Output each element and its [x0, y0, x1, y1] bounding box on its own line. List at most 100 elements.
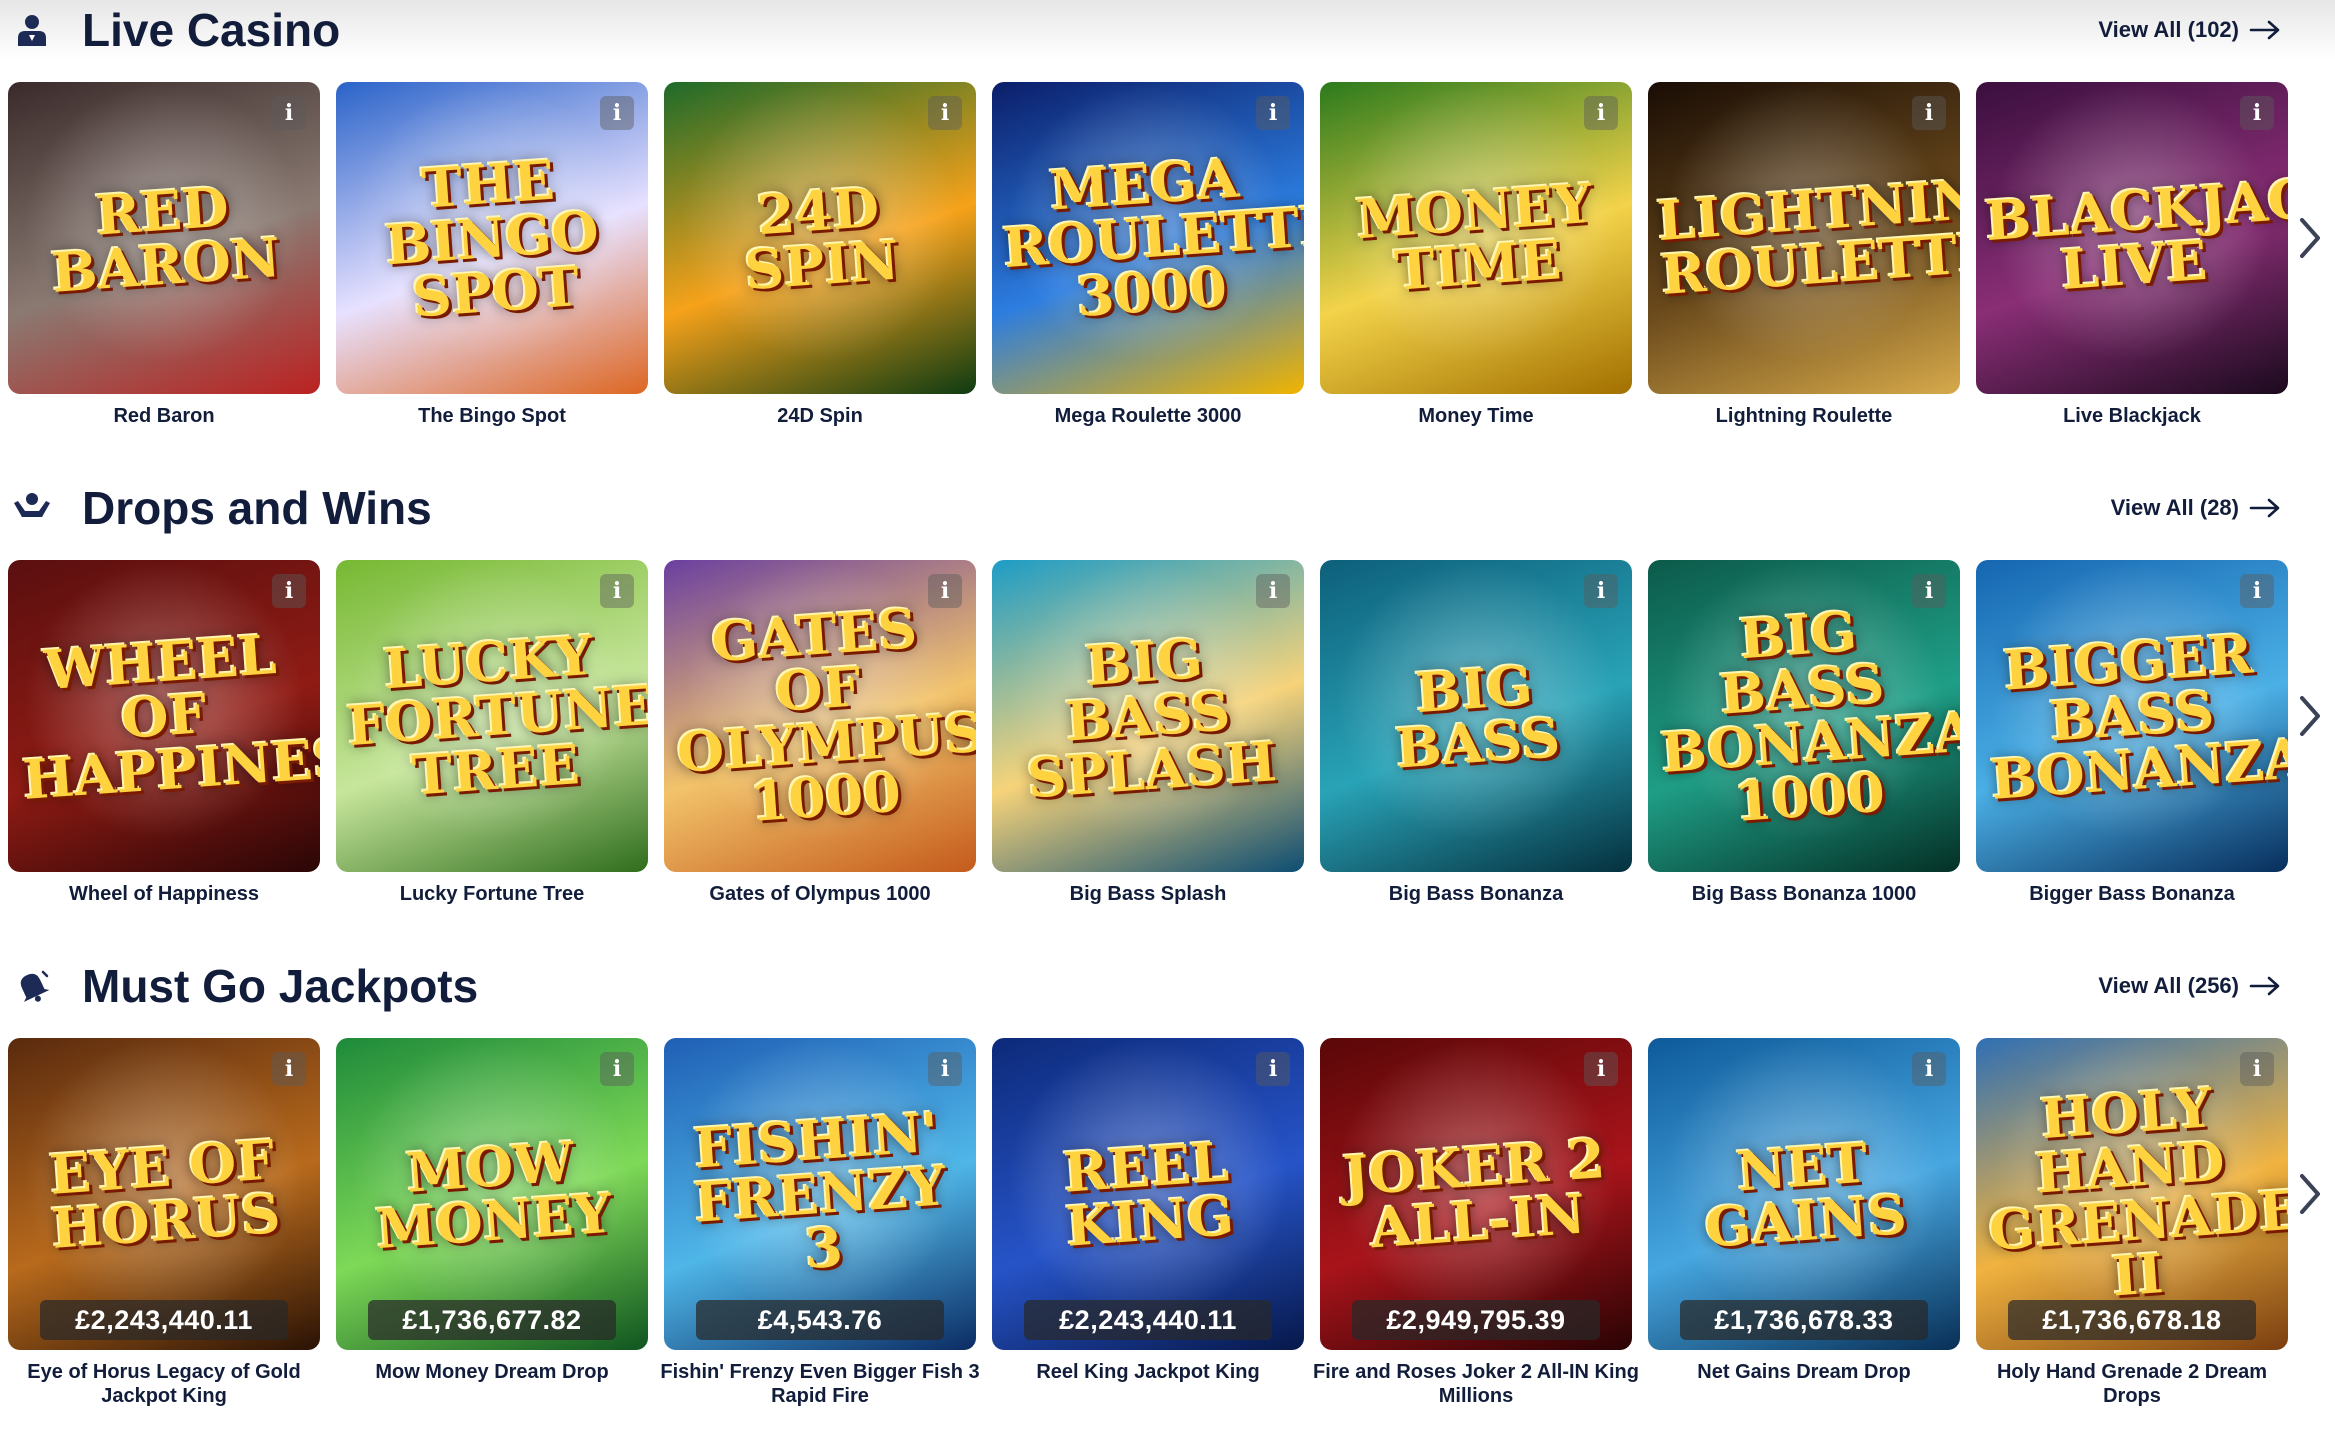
info-icon[interactable]: i: [1584, 574, 1618, 608]
game-title[interactable]: Bigger Bass Bonanza: [1968, 882, 2296, 906]
game-thumbnail[interactable]: Eye of Horus i £2,243,440.11: [8, 1038, 320, 1350]
game-title[interactable]: Red Baron: [0, 404, 328, 428]
info-icon[interactable]: i: [2240, 1052, 2274, 1086]
game-title[interactable]: Fishin' Frenzy Even Bigger Fish 3 Rapid …: [656, 1360, 984, 1408]
info-icon[interactable]: i: [600, 574, 634, 608]
game-thumbnail[interactable]: Big Bass i: [1320, 560, 1632, 872]
info-icon[interactable]: i: [600, 1052, 634, 1086]
game-tile[interactable]: The Bingo Spot i The Bingo Spot: [336, 82, 648, 478]
game-thumbnail[interactable]: Mega Roulette 3000 i: [992, 82, 1304, 394]
game-thumbnail[interactable]: Lucky Fortune Tree i: [336, 560, 648, 872]
game-thumbnail[interactable]: Big Bass Splash i: [992, 560, 1304, 872]
info-icon[interactable]: i: [600, 96, 634, 130]
game-thumbnail[interactable]: Big Bass Bonanza 1000 i: [1648, 560, 1960, 872]
game-tile[interactable]: Fishin' Frenzy 3 i £4,543.76 Fishin' Frenzy…: [660, 1038, 980, 1434]
game-title[interactable]: Holy Hand Grenade 2 Dream Drops: [1968, 1360, 2296, 1408]
game-thumbnail[interactable]: Mow Money i £1,736,677.82: [336, 1038, 648, 1350]
game-tile[interactable]: Lightning Roulette i Lightning Roulette: [1648, 82, 1960, 478]
game-title[interactable]: Fire and Roses Joker 2 All-IN King Milli…: [1312, 1360, 1640, 1408]
game-title[interactable]: Reel King Jackpot King: [984, 1360, 1312, 1384]
info-icon[interactable]: i: [1912, 574, 1946, 608]
game-title[interactable]: Big Bass Splash: [984, 882, 1312, 906]
game-thumbnail[interactable]: Fishin' Frenzy 3 i £4,543.76: [664, 1038, 976, 1350]
game-tile[interactable]: Reel King i £2,243,440.11 Reel King Jackpot…: [992, 1038, 1304, 1434]
info-icon[interactable]: i: [2240, 574, 2274, 608]
game-tile[interactable]: Money Time i Money Time: [1320, 82, 1632, 478]
game-tile[interactable]: Bigger Bass Bonanza i Bigger Bass Bonanza: [1976, 560, 2288, 956]
game-thumbnail[interactable]: Joker 2 All-In i £2,949,795.39: [1320, 1038, 1632, 1350]
game-thumbnail[interactable]: Lightning Roulette i: [1648, 82, 1960, 394]
info-icon[interactable]: i: [1256, 96, 1290, 130]
game-logo-art: The Bingo Spot: [383, 147, 601, 330]
game-tile[interactable]: Joker 2 All-In i £2,949,795.39 Fire and Ros…: [1313, 1038, 1639, 1434]
arrow-right-icon: [2249, 976, 2281, 996]
game-title[interactable]: Big Bass Bonanza 1000: [1640, 882, 1968, 906]
info-icon[interactable]: i: [272, 1052, 306, 1086]
game-title[interactable]: Lightning Roulette: [1640, 404, 1968, 428]
game-thumbnail[interactable]: Gates of Olympus 1000 i: [664, 560, 976, 872]
game-title[interactable]: Net Gains Dream Drop: [1640, 1360, 1968, 1384]
game-thumbnail[interactable]: Net Gains i £1,736,678.33: [1648, 1038, 1960, 1350]
game-title[interactable]: Big Bass Bonanza: [1312, 882, 1640, 906]
info-icon[interactable]: i: [1584, 1052, 1618, 1086]
carousel-next-icon[interactable]: [2290, 686, 2330, 746]
game-title[interactable]: Eye of Horus Legacy of Gold Jackpot King: [0, 1360, 328, 1408]
game-tile[interactable]: Lucky Fortune Tree i Lucky Fortune Tree: [336, 560, 648, 956]
game-title[interactable]: Wheel of Happiness: [0, 882, 328, 906]
game-thumbnail[interactable]: Red Baron i: [8, 82, 320, 394]
game-tile[interactable]: Holy Hand Grenade II i £1,736,678.18 Holy H…: [1976, 1038, 2288, 1434]
info-icon[interactable]: i: [2240, 96, 2274, 130]
game-tile[interactable]: Mow Money i £1,736,677.82 Mow Money Dream D…: [336, 1038, 648, 1434]
view-all-link[interactable]: View All (28): [2111, 486, 2281, 530]
game-tile[interactable]: Mega Roulette 3000 i Mega Roulette 3000: [992, 82, 1304, 478]
game-title[interactable]: Money Time: [1312, 404, 1640, 428]
game-thumbnail[interactable]: Holy Hand Grenade II i £1,736,678.18: [1976, 1038, 2288, 1350]
view-all-link[interactable]: View All (256): [2098, 964, 2281, 1008]
game-tile[interactable]: Big Bass Splash i Big Bass Splash: [992, 560, 1304, 956]
game-tile[interactable]: Big Bass i Big Bass Bonanza: [1320, 560, 1632, 956]
game-thumbnail[interactable]: Bigger Bass Bonanza i: [1976, 560, 2288, 872]
view-all-link[interactable]: View All (102): [2098, 8, 2281, 52]
game-thumbnail[interactable]: 24D Spin i: [664, 82, 976, 394]
info-icon[interactable]: i: [272, 96, 306, 130]
game-tile[interactable]: Wheel of Happiness i Wheel of Happiness: [8, 560, 320, 956]
info-icon[interactable]: i: [1256, 1052, 1290, 1086]
game-tile[interactable]: Eye of Horus i £2,243,440.11 Eye of Horus L…: [8, 1038, 320, 1434]
game-thumbnail[interactable]: The Bingo Spot i: [336, 82, 648, 394]
carousel-next-icon[interactable]: [2290, 1164, 2330, 1224]
info-icon[interactable]: i: [928, 574, 962, 608]
section-title: Must Go Jackpots: [82, 960, 479, 1012]
game-section: Live Casino View All (102) Red Baron i Red B…: [0, 0, 2335, 478]
game-section: Drops and Wins View All (28) Wheel of Happ…: [0, 478, 2335, 956]
jackpot-amount: £4,543.76: [696, 1300, 944, 1340]
game-tile[interactable]: Big Bass Bonanza 1000 i Big Bass Bonanza 1…: [1648, 560, 1960, 956]
game-thumbnail[interactable]: Blackjack Live i: [1976, 82, 2288, 394]
game-title[interactable]: Gates of Olympus 1000: [656, 882, 984, 906]
game-tile[interactable]: Net Gains i £1,736,678.33 Net Gains Dream D…: [1648, 1038, 1960, 1434]
carousel-next-icon[interactable]: [2290, 208, 2330, 268]
view-all-label: View All (256): [2098, 973, 2239, 998]
game-tile[interactable]: 24D Spin i 24D Spin: [664, 82, 976, 478]
view-all-label: View All (28): [2110, 495, 2239, 520]
info-icon[interactable]: i: [1256, 574, 1290, 608]
game-thumbnail[interactable]: Reel King i £2,243,440.11: [992, 1038, 1304, 1350]
game-title[interactable]: Live Blackjack: [1968, 404, 2296, 428]
game-title[interactable]: Mega Roulette 3000: [984, 404, 1312, 428]
game-title[interactable]: 24D Spin: [656, 404, 984, 428]
game-thumbnail[interactable]: Wheel of Happiness i: [8, 560, 320, 872]
game-title[interactable]: Mow Money Dream Drop: [328, 1360, 656, 1384]
game-thumbnail[interactable]: Money Time i: [1320, 82, 1632, 394]
info-icon[interactable]: i: [1912, 96, 1946, 130]
info-icon[interactable]: i: [928, 96, 962, 130]
info-icon[interactable]: i: [1584, 96, 1618, 130]
game-tile[interactable]: Red Baron i Red Baron: [8, 82, 320, 478]
info-icon[interactable]: i: [272, 574, 306, 608]
game-tile[interactable]: Blackjack Live i Live Blackjack: [1976, 82, 2288, 478]
game-tile[interactable]: Gates of Olympus 1000 i Gates of Olympus 1…: [664, 560, 976, 956]
game-title[interactable]: The Bingo Spot: [328, 404, 656, 428]
info-icon[interactable]: i: [1912, 1052, 1946, 1086]
game-title[interactable]: Lucky Fortune Tree: [328, 882, 656, 906]
section-header: Live Casino View All (102): [0, 0, 2335, 60]
info-icon[interactable]: i: [928, 1052, 962, 1086]
live-dealer-icon: [10, 8, 54, 52]
